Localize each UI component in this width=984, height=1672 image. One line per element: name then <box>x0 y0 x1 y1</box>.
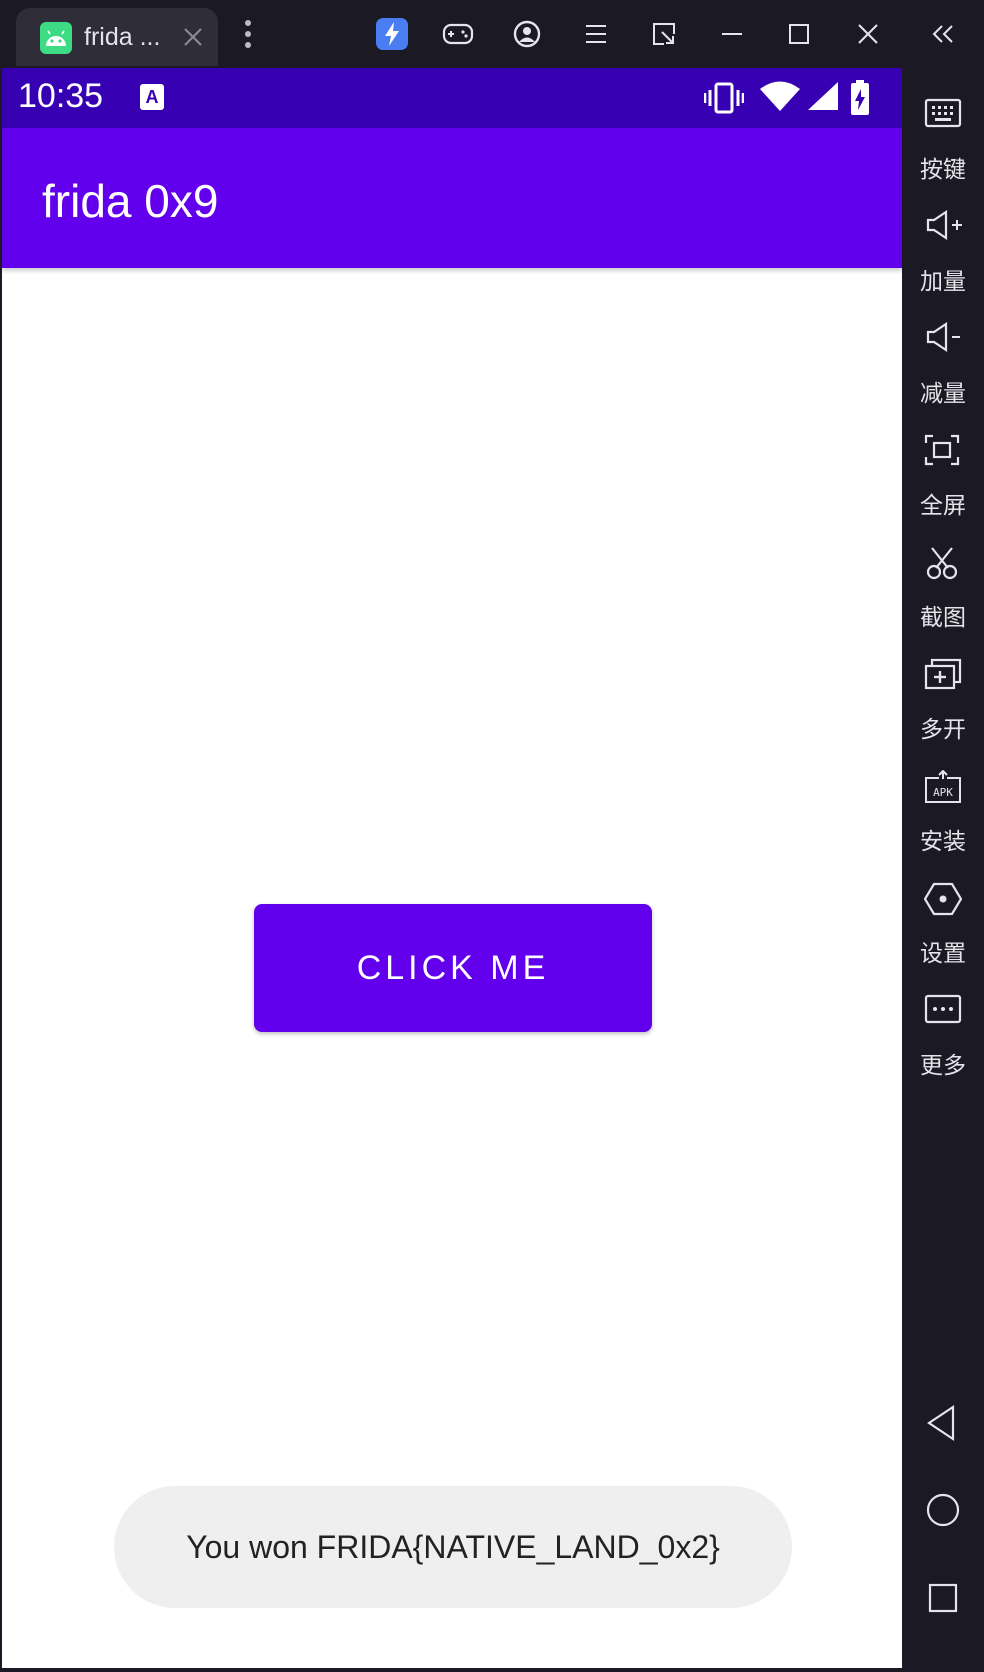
sidebar-label: 设置 <box>920 941 966 967</box>
sidebar-item-fullscreen[interactable]: 全屏 <box>902 434 984 530</box>
sidebar-item-settings[interactable]: 设置 <box>902 882 984 978</box>
status-time: 10:35 <box>18 77 104 115</box>
tab-close-icon[interactable] <box>182 26 204 48</box>
sidebar-label: 加量 <box>920 269 966 295</box>
notification-a-icon: A <box>140 84 164 110</box>
window-resize-icon[interactable] <box>646 16 682 52</box>
keyboard-icon <box>924 98 962 128</box>
vibrate-icon <box>704 82 744 114</box>
volume-down-icon <box>926 322 960 352</box>
sidebar-label: 全屏 <box>920 493 966 519</box>
collapse-sidebar-icon[interactable] <box>925 16 961 52</box>
toast-message: You won FRIDA{NATIVE_LAND_0x2} <box>114 1486 792 1608</box>
scissors-icon <box>926 547 958 580</box>
sidebar-item-volume-down[interactable]: 减量 <box>902 322 984 418</box>
sidebar-label: 更多 <box>920 1053 966 1079</box>
volume-up-icon <box>926 210 962 240</box>
more-icon <box>924 994 962 1024</box>
emulator-window: frida ... 10:35 A frida 0x9 CLICK ME You… <box>0 0 984 1672</box>
phone-screen: 10:35 A frida 0x9 CLICK ME You won FRIDA… <box>2 68 902 1668</box>
status-icons <box>704 80 884 116</box>
sidebar-item-more[interactable]: 更多 <box>902 994 984 1090</box>
minimize-icon[interactable] <box>714 16 750 52</box>
sidebar-label: 多开 <box>920 717 966 743</box>
sidebar-item-multi-instance[interactable]: 多开 <box>902 658 984 754</box>
wifi-icon <box>760 81 800 111</box>
emulator-sidebar: 按键 加量 减量 全屏 截图 多开 APK 安装 设置 更多 <box>902 68 984 1672</box>
lightning-app-icon[interactable] <box>374 16 410 52</box>
settings-hexagon-icon <box>924 882 962 916</box>
sidebar-label: 安装 <box>920 829 966 855</box>
sidebar-item-install[interactable]: APK 安装 <box>902 770 984 866</box>
recents-square-icon[interactable] <box>923 1578 963 1618</box>
gamepad-icon[interactable] <box>440 16 476 52</box>
account-icon[interactable] <box>509 16 545 52</box>
toast-text: You won FRIDA{NATIVE_LAND_0x2} <box>186 1528 720 1565</box>
status-bar: 10:35 A <box>2 68 902 128</box>
app-bar: frida 0x9 <box>2 128 902 268</box>
more-vertical-icon[interactable] <box>230 16 266 52</box>
sidebar-label: 减量 <box>920 381 966 407</box>
android-app-icon <box>40 22 72 54</box>
back-triangle-icon[interactable] <box>923 1403 963 1443</box>
fullscreen-icon <box>924 434 960 466</box>
tab-title: frida ... <box>84 23 161 51</box>
maximize-icon[interactable] <box>781 16 817 52</box>
sidebar-label: 截图 <box>920 605 966 631</box>
click-me-button[interactable]: CLICK ME <box>254 904 652 1032</box>
sidebar-item-volume-up[interactable]: 加量 <box>902 210 984 306</box>
sidebar-label: 按键 <box>920 157 966 183</box>
home-circle-icon[interactable] <box>923 1490 963 1530</box>
sidebar-item-screenshot[interactable]: 截图 <box>902 546 984 642</box>
close-icon[interactable] <box>850 16 886 52</box>
app-tab[interactable]: frida ... <box>16 8 218 66</box>
menu-icon[interactable] <box>578 16 614 52</box>
battery-charging-icon <box>851 80 869 115</box>
app-title: frida 0x9 <box>42 175 219 227</box>
emulator-title-bar: frida ... <box>0 0 984 68</box>
svg-text:APK: APK <box>933 786 953 799</box>
multi-instance-icon <box>924 658 962 690</box>
signal-icon <box>808 82 838 110</box>
sidebar-item-keys[interactable]: 按键 <box>902 98 984 194</box>
apk-install-icon: APK <box>925 770 961 803</box>
